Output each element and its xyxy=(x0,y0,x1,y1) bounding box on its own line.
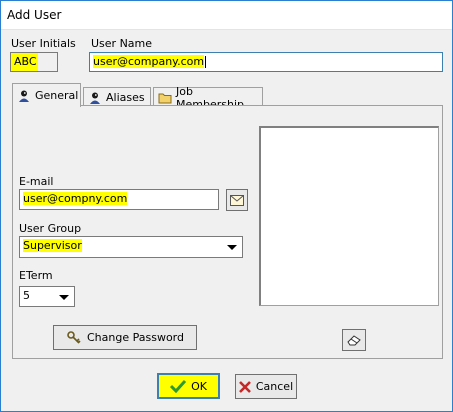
ok-button[interactable]: OK xyxy=(157,373,220,399)
clear-button[interactable] xyxy=(342,329,366,351)
tab-job-membership[interactable]: Job Membership xyxy=(153,85,263,111)
add-user-dialog: Add User User Initials ABC User Name use… xyxy=(0,0,453,412)
cancel-label: Cancel xyxy=(255,380,294,393)
eraser-icon xyxy=(347,334,361,346)
title-bar: Add User xyxy=(1,1,452,30)
user-name-label: User Name xyxy=(91,37,153,50)
tab-general-label: General xyxy=(35,89,79,102)
email-input[interactable]: user@compny.com xyxy=(19,189,219,210)
chevron-down-icon xyxy=(59,294,69,300)
tab-aliases[interactable]: Aliases xyxy=(83,87,151,107)
user-list-box[interactable] xyxy=(259,126,439,306)
send-email-button[interactable] xyxy=(226,189,248,211)
ok-label: OK xyxy=(191,379,207,393)
user-initials-input[interactable]: ABC xyxy=(10,52,58,72)
user-group-select[interactable]: Supervisor xyxy=(19,236,243,258)
keys-icon xyxy=(66,330,82,346)
tab-general[interactable]: General xyxy=(12,83,81,107)
user-initials-label: User Initials xyxy=(11,37,76,50)
email-label: E-mail xyxy=(19,175,54,188)
user-name-input[interactable]: user@company.com xyxy=(89,52,443,72)
change-password-label: Change Password xyxy=(87,331,184,344)
email-value: user@compny.com xyxy=(23,192,128,205)
user-name-value: user@company.com xyxy=(93,55,205,68)
eterm-select[interactable]: 5 xyxy=(19,286,75,307)
change-password-button[interactable]: Change Password xyxy=(53,325,197,350)
user-group-label: User Group xyxy=(19,222,82,235)
window-title: Add User xyxy=(7,8,62,22)
checkmark-icon xyxy=(170,379,187,393)
user-icon xyxy=(17,89,31,103)
close-icon xyxy=(238,380,251,393)
chevron-down-icon xyxy=(227,245,237,250)
folder-icon xyxy=(158,92,172,104)
text-caret xyxy=(205,56,207,68)
eterm-label: ETerm xyxy=(19,269,53,282)
cancel-button[interactable]: Cancel xyxy=(235,374,297,399)
user-icon xyxy=(88,91,102,105)
eterm-value: 5 xyxy=(23,289,30,302)
user-group-value: Supervisor xyxy=(23,239,82,252)
envelope-icon xyxy=(230,194,244,206)
tab-aliases-label: Aliases xyxy=(106,91,145,104)
user-initials-value: ABC xyxy=(14,55,37,68)
